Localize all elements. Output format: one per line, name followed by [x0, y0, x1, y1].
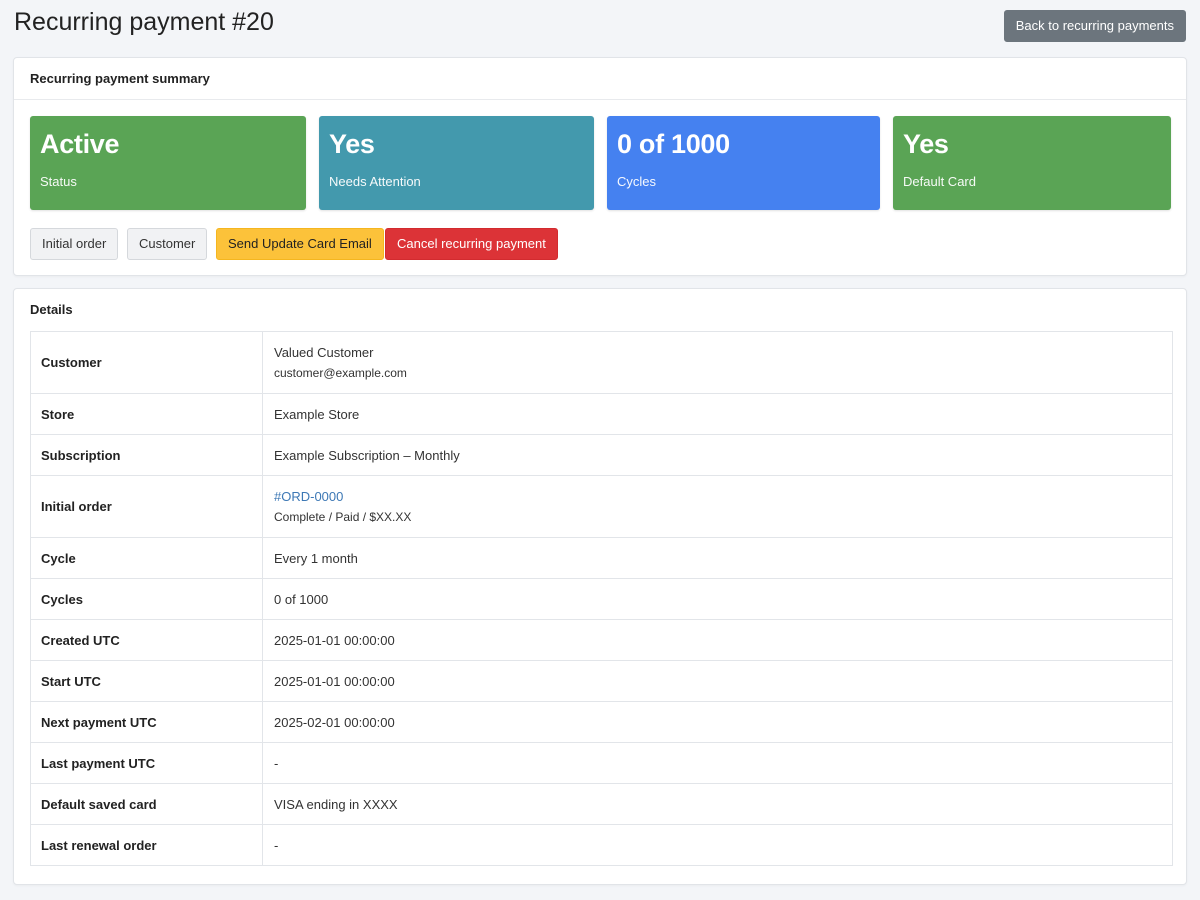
row-label: Next payment UTC: [30, 701, 263, 743]
last-renewal-order-value: -: [262, 824, 1173, 866]
cycles-stat: 0 of 1000 Cycles: [607, 116, 880, 210]
store-value: Example Store: [262, 393, 1173, 435]
default-card-stat-label: Default Card: [903, 174, 976, 189]
cancel-recurring-payment-button[interactable]: Cancel recurring payment: [385, 228, 558, 260]
table-row: Initial order #ORD-0000 Complete / Paid …: [30, 475, 1173, 538]
initial-order-link[interactable]: #ORD-0000: [274, 489, 343, 504]
table-row: Subscription Example Subscription – Mont…: [30, 434, 1173, 476]
row-label: Last renewal order: [30, 824, 263, 866]
row-label: Subscription: [30, 434, 263, 476]
needs-attention-stat-value: Yes: [329, 129, 375, 159]
customer-email: customer@example.com: [274, 366, 407, 380]
details-card: Details Customer Valued Customer custome…: [13, 288, 1187, 885]
table-row: Store Example Store: [30, 393, 1173, 435]
table-row: Last renewal order -: [30, 824, 1173, 866]
stats-row: Active Status Yes Needs Attention 0 of 1…: [30, 116, 1171, 210]
row-label: Default saved card: [30, 783, 263, 825]
table-row: Cycle Every 1 month: [30, 537, 1173, 579]
table-row: Created UTC 2025-01-01 00:00:00: [30, 619, 1173, 661]
default-saved-card-value: VISA ending in XXXX: [262, 783, 1173, 825]
cycles-stat-label: Cycles: [617, 174, 657, 189]
table-row: Start UTC 2025-01-01 00:00:00: [30, 660, 1173, 702]
table-row: Default saved card VISA ending in XXXX: [30, 783, 1173, 825]
summary-card: Recurring payment summary Active Status …: [13, 57, 1187, 276]
cycles-value: 0 of 1000: [262, 578, 1173, 620]
customer-name: Valued Customer: [274, 345, 374, 360]
customer-button[interactable]: Customer: [127, 228, 208, 260]
summary-card-title: Recurring payment summary: [14, 58, 1186, 100]
needs-attention-stat: Yes Needs Attention: [319, 116, 594, 210]
next-payment-utc-value: 2025-02-01 00:00:00: [262, 701, 1173, 743]
table-row: Customer Valued Customer customer@exampl…: [30, 331, 1173, 394]
details-card-title: Details: [30, 302, 73, 317]
row-label: Initial order: [30, 475, 263, 538]
initial-order-button[interactable]: Initial order: [30, 228, 119, 260]
status-stat-value: Active: [40, 129, 120, 159]
page-title: Recurring payment #20: [14, 8, 274, 36]
status-stat: Active Status: [30, 116, 306, 210]
cycle-value: Every 1 month: [262, 537, 1173, 579]
details-table: Customer Valued Customer customer@exampl…: [30, 331, 1173, 866]
back-to-recurring-payments-button[interactable]: Back to recurring payments: [1003, 10, 1186, 42]
cycles-stat-value: 0 of 1000: [617, 129, 730, 159]
subscription-value: Example Subscription – Monthly: [262, 434, 1173, 476]
row-label: Cycle: [30, 537, 263, 579]
row-label: Store: [30, 393, 263, 435]
status-stat-label: Status: [40, 174, 77, 189]
created-utc-value: 2025-01-01 00:00:00: [262, 619, 1173, 661]
row-label: Last payment UTC: [30, 742, 263, 784]
row-label: Start UTC: [30, 660, 263, 702]
initial-order-status: Complete / Paid / $XX.XX: [274, 510, 412, 524]
send-update-card-email-button[interactable]: Send Update Card Email: [216, 228, 384, 260]
table-row: Next payment UTC 2025-02-01 00:00:00: [30, 701, 1173, 743]
table-row: Last payment UTC -: [30, 742, 1173, 784]
last-payment-utc-value: -: [262, 742, 1173, 784]
row-label: Cycles: [30, 578, 263, 620]
start-utc-value: 2025-01-01 00:00:00: [262, 660, 1173, 702]
default-card-stat: Yes Default Card: [893, 116, 1171, 210]
row-label: Customer: [30, 331, 263, 394]
page-header: Recurring payment #20 Back to recurring …: [0, 0, 1200, 52]
table-row: Cycles 0 of 1000: [30, 578, 1173, 620]
row-label: Created UTC: [30, 619, 263, 661]
default-card-stat-value: Yes: [903, 129, 949, 159]
needs-attention-stat-label: Needs Attention: [329, 174, 421, 189]
